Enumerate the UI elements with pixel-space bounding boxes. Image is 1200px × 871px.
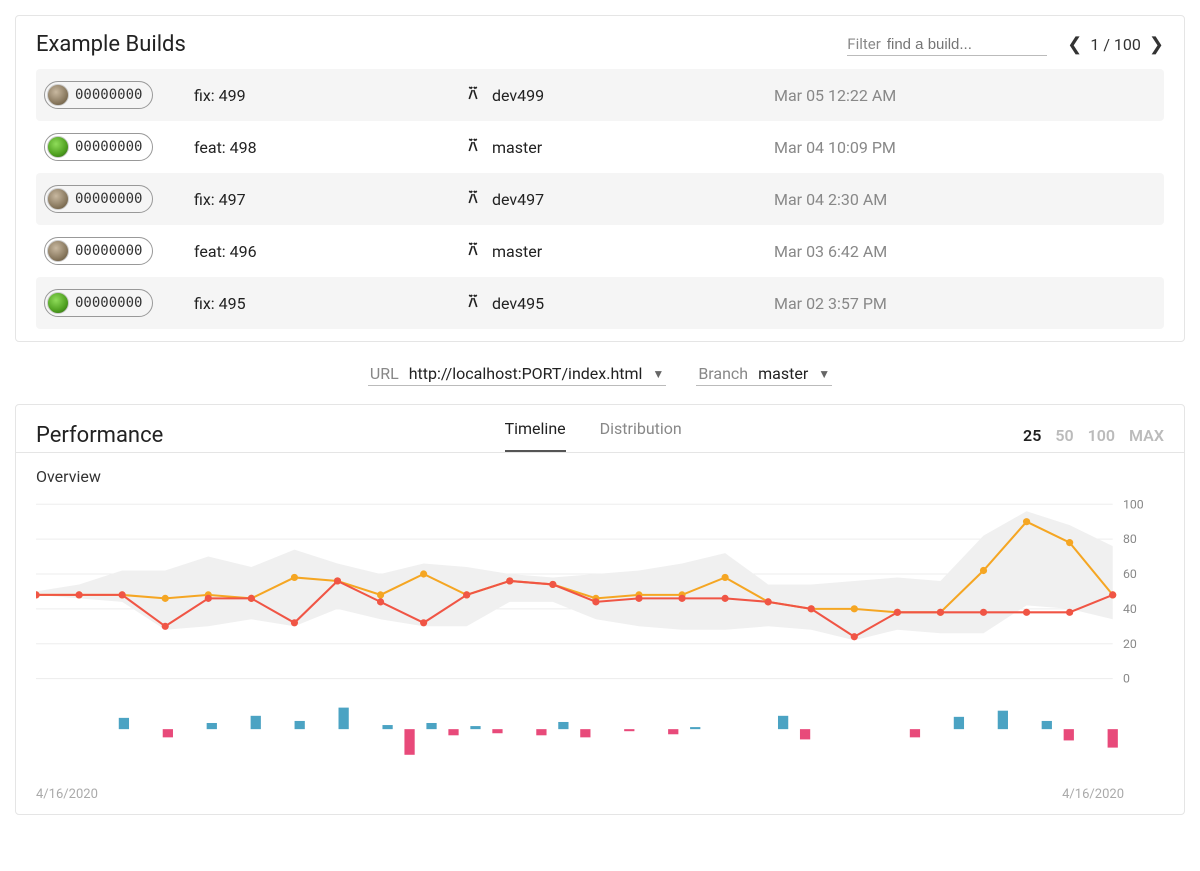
branch-label: Branch — [698, 364, 748, 383]
commit-hash: 00000000 — [75, 295, 142, 311]
build-time: Mar 04 2:30 AM — [774, 190, 887, 209]
branch-icon — [464, 292, 482, 314]
build-row[interactable]: 00000000 fix: 497 dev497 Mar 04 2:30 AM — [36, 173, 1164, 225]
commit-message: feat: 498 — [194, 138, 464, 157]
branch-col: master — [464, 136, 774, 158]
tab-distribution[interactable]: Distribution — [600, 419, 682, 452]
tab-timeline[interactable]: Timeline — [505, 419, 566, 452]
build-time: Mar 04 10:09 PM — [774, 138, 896, 157]
avatar-icon — [47, 136, 69, 158]
performance-card: Performance Timeline Distribution 25 50 100… — [15, 404, 1185, 815]
filter-label: Filter — [847, 35, 881, 53]
hash-pill[interactable]: 00000000 — [44, 81, 153, 109]
builds-header-right: Filter ❮ 1 / 100 ❯ — [847, 33, 1164, 56]
build-row[interactable]: 00000000 feat: 496 master Mar 03 6:42 AM — [36, 225, 1164, 277]
range-option-50[interactable]: 50 — [1055, 426, 1073, 445]
builds-title: Example Builds — [36, 32, 186, 57]
build-list: 00000000fix: 499dev499Mar 05 12:22 AM000… — [16, 69, 1184, 341]
overview-label: Overview — [16, 453, 1184, 494]
branch-col: dev499 — [464, 84, 774, 106]
svg-text:60: 60 — [1123, 568, 1137, 582]
commit-hash: 00000000 — [75, 139, 142, 155]
pager-text: 1 / 100 — [1090, 35, 1141, 54]
range-option-25[interactable]: 25 — [1023, 426, 1041, 445]
hash-pill[interactable]: 00000000 — [44, 133, 153, 161]
chevron-down-icon: ▼ — [818, 367, 830, 381]
branch-name: dev499 — [492, 86, 544, 105]
hash-pill[interactable]: 00000000 — [44, 237, 153, 265]
build-row[interactable]: 00000000 fix: 499 dev499 Mar 05 12:22 AM — [36, 69, 1164, 121]
date-right: 4/16/2020 — [1062, 787, 1124, 802]
performance-header: Performance Timeline Distribution 25 50 100… — [16, 405, 1184, 452]
branch-icon — [464, 240, 482, 262]
svg-text:80: 80 — [1123, 533, 1137, 547]
selectors-row: URL http://localhost:PORT/index.html ▼ B… — [15, 342, 1185, 404]
hash-col: 00000000 — [44, 185, 194, 213]
avatar-icon — [47, 292, 69, 314]
commit-message: fix: 495 — [194, 294, 464, 313]
commit-message: fix: 497 — [194, 190, 464, 209]
overview-chart: 0 20 40 60 80 100 — [36, 494, 1164, 689]
branch-icon — [464, 84, 482, 106]
build-row[interactable]: 00000000 feat: 498 master Mar 04 10:09 PM — [36, 121, 1164, 173]
chevron-left-icon[interactable]: ❮ — [1067, 34, 1082, 55]
date-labels: 4/16/2020 4/16/2020 — [16, 781, 1184, 814]
svg-text:0: 0 — [1123, 673, 1130, 687]
filter-field[interactable]: Filter — [847, 33, 1047, 56]
svg-text:20: 20 — [1123, 638, 1137, 652]
pager: ❮ 1 / 100 ❯ — [1067, 34, 1164, 55]
branch-name: master — [492, 242, 542, 261]
overview-chart-wrap: 0 20 40 60 80 100 — [16, 494, 1184, 699]
branch-name: master — [492, 138, 542, 157]
builds-header: Example Builds Filter ❮ 1 / 100 ❯ — [16, 16, 1184, 69]
svg-text:40: 40 — [1123, 603, 1137, 617]
filter-input[interactable] — [887, 36, 1017, 53]
branch-col: master — [464, 240, 774, 262]
hash-pill[interactable]: 00000000 — [44, 185, 153, 213]
url-label: URL — [370, 364, 399, 383]
build-time: Mar 02 3:57 PM — [774, 294, 887, 313]
range-option-100[interactable]: 100 — [1088, 426, 1115, 445]
branch-name: dev497 — [492, 190, 544, 209]
branch-name: dev495 — [492, 294, 544, 313]
url-value: http://localhost:PORT/index.html — [409, 364, 643, 383]
avatar-icon — [47, 240, 69, 262]
build-time: Mar 05 12:22 AM — [774, 86, 896, 105]
builds-card: Example Builds Filter ❮ 1 / 100 ❯ 000000… — [15, 15, 1185, 342]
branch-col: dev495 — [464, 292, 774, 314]
branch-col: dev497 — [464, 188, 774, 210]
performance-title: Performance — [36, 423, 163, 448]
url-selector[interactable]: URL http://localhost:PORT/index.html ▼ — [368, 362, 666, 386]
hash-col: 00000000 — [44, 133, 194, 161]
build-time: Mar 03 6:42 AM — [774, 242, 887, 261]
hash-col: 00000000 — [44, 289, 194, 317]
build-row[interactable]: 00000000 fix: 495 dev495 Mar 02 3:57 PM — [36, 277, 1164, 329]
hash-col: 00000000 — [44, 81, 194, 109]
range-options: 25 50 100 MAX — [1023, 426, 1164, 445]
commit-message: feat: 496 — [194, 242, 464, 261]
hash-col: 00000000 — [44, 237, 194, 265]
branch-value: master — [758, 364, 808, 383]
diff-chart — [36, 699, 1164, 771]
branch-icon — [464, 188, 482, 210]
commit-hash: 00000000 — [75, 243, 142, 259]
range-option-max[interactable]: MAX — [1129, 426, 1164, 445]
diff-chart-wrap — [16, 699, 1184, 781]
date-left: 4/16/2020 — [36, 787, 98, 802]
commit-hash: 00000000 — [75, 191, 142, 207]
avatar-icon — [47, 188, 69, 210]
hash-pill[interactable]: 00000000 — [44, 289, 153, 317]
branch-selector[interactable]: Branch master ▼ — [696, 362, 832, 386]
svg-text:100: 100 — [1123, 498, 1144, 512]
commit-message: fix: 499 — [194, 86, 464, 105]
tabs: Timeline Distribution — [505, 419, 682, 452]
chevron-right-icon[interactable]: ❯ — [1149, 34, 1164, 55]
commit-hash: 00000000 — [75, 87, 142, 103]
avatar-icon — [47, 84, 69, 106]
branch-icon — [464, 136, 482, 158]
chevron-down-icon: ▼ — [652, 367, 664, 381]
